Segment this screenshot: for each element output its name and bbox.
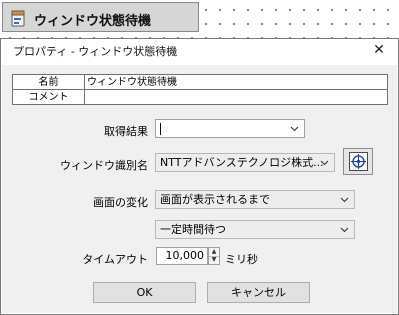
window-target-icon: [349, 152, 368, 174]
timeout-stepper[interactable]: ▲ ▼: [208, 247, 220, 265]
grid-row-name: 名前 ウィンドウ状態待機: [12, 74, 388, 90]
close-icon[interactable]: ✕: [370, 41, 388, 59]
acquisition-result-select[interactable]: [155, 119, 305, 138]
wait-mode-select[interactable]: 一定時間待つ: [155, 220, 355, 239]
screen-change-select[interactable]: 画面が表示されるまで: [155, 190, 355, 209]
dialog-titlebar: プロパティ - ウィンドウ状態待機 ✕: [1, 39, 398, 61]
property-grid: 名前 ウィンドウ状態待機 コメント: [12, 74, 388, 105]
timeout-input[interactable]: 10,000: [156, 247, 208, 265]
chevron-down-icon: [290, 120, 299, 137]
ok-button[interactable]: OK: [93, 282, 196, 303]
window-id-select[interactable]: NTTアドバンステクノロジ株式...: [155, 153, 335, 172]
timeout-unit: ミリ秒: [225, 253, 258, 266]
comment-field[interactable]: [84, 89, 388, 105]
window-id-value: NTTアドバンステクノロジ株式...: [160, 156, 324, 169]
dialog-title: プロパティ - ウィンドウ状態待機: [13, 45, 178, 58]
name-field[interactable]: ウィンドウ状態待機: [84, 74, 388, 90]
grid-row-comment: コメント: [12, 89, 388, 105]
spin-down-icon[interactable]: ▼: [209, 256, 219, 264]
grid-key-comment: コメント: [12, 89, 85, 105]
chevron-down-icon: [340, 191, 349, 208]
window-wait-icon: [11, 10, 25, 27]
chevron-down-icon: [340, 221, 349, 238]
chevron-down-icon: [320, 154, 329, 171]
flow-node-label: ウィンドウ状態待機: [34, 14, 152, 29]
text-caret: [160, 123, 161, 135]
flow-node-window-wait[interactable]: ウィンドウ状態待機: [2, 2, 199, 32]
dialog-body: 名前 ウィンドウ状態待機 コメント 取得結果 ウィンドウ識別名 NTTアドバンス…: [2, 65, 397, 313]
timeout-label: タイムアウト: [82, 253, 148, 266]
grid-key-name: 名前: [12, 74, 85, 90]
window-id-label: ウィンドウ識別名: [60, 159, 148, 172]
screen-change-value: 画面が表示されるまで: [160, 193, 270, 206]
wait-mode-value: 一定時間待つ: [160, 223, 226, 236]
acquisition-result-label: 取得結果: [104, 125, 148, 138]
cancel-button[interactable]: キャンセル: [207, 282, 310, 303]
screen-change-label: 画面の変化: [93, 196, 148, 209]
properties-dialog: プロパティ - ウィンドウ状態待機 ✕ 名前 ウィンドウ状態待機 コメント 取得…: [0, 38, 399, 315]
window-target-button[interactable]: [343, 148, 373, 175]
